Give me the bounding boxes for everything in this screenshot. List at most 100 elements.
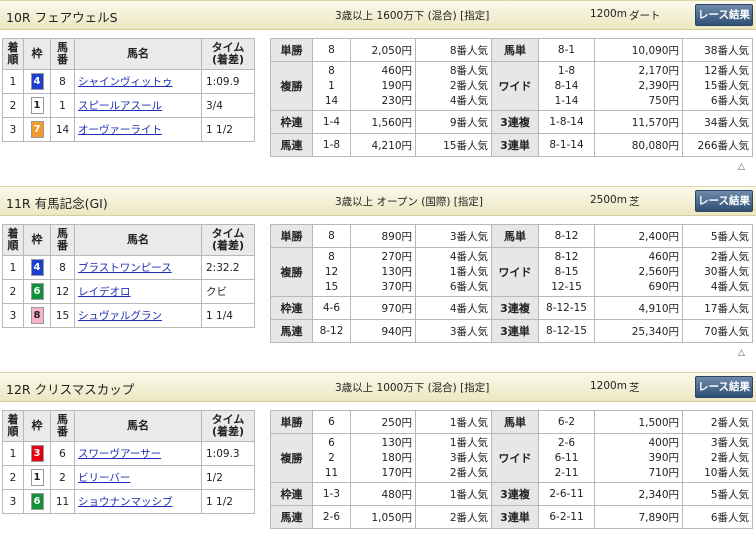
horse-name-cell: スワーヴアーサー — [74, 441, 202, 466]
sanrentan-yen: 25,340円 — [594, 319, 683, 343]
umatan-yen: 10,090円 — [594, 38, 683, 62]
horse-name-cell: ブラストワンピース — [74, 255, 202, 280]
umaren-label: 馬連 — [270, 505, 313, 529]
waku-badge: 7 — [30, 121, 44, 138]
race-result-button[interactable]: レース結果 — [695, 190, 753, 212]
sanrentan-num: 8-12-15 — [538, 319, 595, 343]
umatan-pop: 38番人気 — [682, 38, 753, 62]
horse-number-cell: 1 — [50, 93, 75, 118]
wide-label: ワイド — [491, 61, 539, 111]
wakuren-pop: 9番人気 — [415, 110, 492, 134]
tansho-label: 単勝 — [270, 224, 313, 248]
finish-order-table: 着順 枠 馬番 馬名 タイム (着差) 1 4 8 シャインヴィットゥ 1:09.9 2 1 1… — [2, 38, 255, 142]
rank-cell: 3 — [2, 303, 24, 328]
horse-name-link[interactable]: ブラストワンピース — [78, 262, 172, 274]
wide-nums: 8-12 8-15 12-15 — [538, 247, 595, 297]
time-cell: 1/2 — [201, 465, 255, 490]
payout-table: 単勝 6 250円 1番人気 馬単 6-2 1,500円 2番人気 複勝 6 2 11 130円 180円… — [270, 410, 753, 529]
horse-name-cell: ショウナンマッシブ — [74, 489, 202, 514]
race-title: 12R クリスマスカップ — [6, 382, 135, 397]
finish-order-table: 着順 枠 馬番 馬名 タイム (着差) 1 3 6 スワーヴアーサー 1:09.3 2 1 2 ビ… — [2, 410, 255, 514]
sanrentan-label: 3連単 — [491, 319, 539, 343]
waku-cell: 4 — [23, 69, 51, 94]
horse-name-link[interactable]: ビリーバー — [78, 472, 130, 484]
wakuren-yen: 1,560円 — [350, 110, 416, 134]
sanrentan-label: 3連単 — [491, 505, 539, 529]
race-result-button[interactable]: レース結果 — [695, 4, 753, 26]
waku-cell: 3 — [23, 441, 51, 466]
horse-name-link[interactable]: レイデオロ — [78, 286, 131, 298]
wide-yens: 2,170円 2,390円 750円 — [594, 61, 683, 111]
sanrenpuku-pop: 17番人気 — [682, 296, 753, 320]
fukusho-label: 複勝 — [270, 61, 313, 111]
rank-cell: 3 — [2, 489, 24, 514]
wide-pops: 2番人気 30番人気 4番人気 — [682, 247, 753, 297]
race-header: 11R 有馬記念(GI) 3歳以上 オープン (国際) [指定] 2500m 芝… — [0, 186, 756, 216]
finish-row: 1 4 8 シャインヴィットゥ 1:09.9 — [2, 69, 255, 94]
horse-number-cell: 6 — [50, 441, 75, 466]
wakuren-pop: 1番人気 — [415, 482, 492, 506]
wakuren-label: 枠連 — [270, 110, 313, 134]
finish-row: 2 6 12 レイデオロ クビ — [2, 279, 255, 304]
horse-name-cell: レイデオロ — [74, 279, 202, 304]
wide-label: ワイド — [491, 247, 539, 297]
sanrenpuku-label: 3連複 — [491, 296, 539, 320]
race-result-button[interactable]: レース結果 — [695, 376, 753, 398]
sanrentan-num: 8-1-14 — [538, 133, 595, 157]
umaren-num: 2-6 — [312, 505, 351, 529]
payout-row: 枠連 1-4 1,560円 9番人気 3連複 1-8-14 11,570円 34番人気 — [270, 110, 753, 134]
payout-row: 枠連 1-3 480円 1番人気 3連複 2-6-11 2,340円 5番人気 — [270, 482, 753, 506]
sanrentan-yen: 7,890円 — [594, 505, 683, 529]
sanrenpuku-yen: 4,910円 — [594, 296, 683, 320]
waku-header: 枠 — [23, 410, 51, 442]
wakuren-yen: 970円 — [350, 296, 416, 320]
sanrentan-num: 6-2-11 — [538, 505, 595, 529]
horse-name-cell: ビリーバー — [74, 465, 202, 490]
finish-row: 3 8 15 シュヴァルグラン 1 1/4 — [2, 303, 255, 328]
umatan-label: 馬単 — [491, 38, 539, 62]
sanrenpuku-num: 2-6-11 — [538, 482, 595, 506]
name-header: 馬名 — [74, 410, 202, 442]
umaren-pop: 2番人気 — [415, 505, 492, 529]
horse-name-link[interactable]: オーヴァーライト — [78, 124, 162, 136]
umatan-num: 8-12 — [538, 224, 595, 248]
sanrentan-label: 3連単 — [491, 133, 539, 157]
umaren-yen: 940円 — [350, 319, 416, 343]
fukusho-pops: 1番人気 3番人気 2番人気 — [415, 433, 492, 483]
waku-cell: 6 — [23, 279, 51, 304]
waku-cell: 8 — [23, 303, 51, 328]
race-surface: 芝 — [629, 382, 640, 394]
horse-name-link[interactable]: シュヴァルグラン — [78, 310, 162, 322]
scroll-top-arrow-icon[interactable]: △ — [738, 162, 745, 172]
umatan-yen: 2,400円 — [594, 224, 683, 248]
time-header: タイム (着差) — [201, 224, 255, 256]
race-distance: 2500m — [590, 194, 627, 206]
fukusho-pops: 8番人気 2番人気 4番人気 — [415, 61, 492, 111]
waku-cell: 1 — [23, 465, 51, 490]
waku-badge: 4 — [30, 73, 44, 90]
wakuren-label: 枠連 — [270, 296, 313, 320]
wide-yens: 460円 2,560円 690円 — [594, 247, 683, 297]
wakuren-yen: 480円 — [350, 482, 416, 506]
horse-name-link[interactable]: スピールアスール — [78, 100, 162, 112]
sanrenpuku-yen: 2,340円 — [594, 482, 683, 506]
umatan-label: 馬単 — [491, 410, 539, 434]
scroll-top-arrow-icon[interactable]: △ — [738, 348, 745, 358]
umaren-num: 1-8 — [312, 133, 351, 157]
tansho-num: 8 — [312, 38, 351, 62]
time-cell: 1:09.9 — [201, 69, 255, 94]
payout-row: 単勝 8 2,050円 8番人気 馬単 8-1 10,090円 38番人気 — [270, 38, 753, 62]
sanrenpuku-label: 3連複 — [491, 110, 539, 134]
horse-name-link[interactable]: シャインヴィットゥ — [78, 76, 173, 88]
wakuren-num: 4-6 — [312, 296, 351, 320]
umatan-label: 馬単 — [491, 224, 539, 248]
rank-cell: 1 — [2, 255, 24, 280]
horse-name-link[interactable]: スワーヴアーサー — [78, 448, 161, 460]
num-header: 馬番 — [50, 410, 75, 442]
wakuren-pop: 4番人気 — [415, 296, 492, 320]
umaren-pop: 3番人気 — [415, 319, 492, 343]
time-cell: 3/4 — [201, 93, 255, 118]
finish-table-header: 着順 枠 馬番 馬名 タイム (着差) — [2, 224, 255, 256]
horse-name-link[interactable]: ショウナンマッシブ — [78, 496, 173, 508]
fukusho-yens: 460円 190円 230円 — [350, 61, 416, 111]
